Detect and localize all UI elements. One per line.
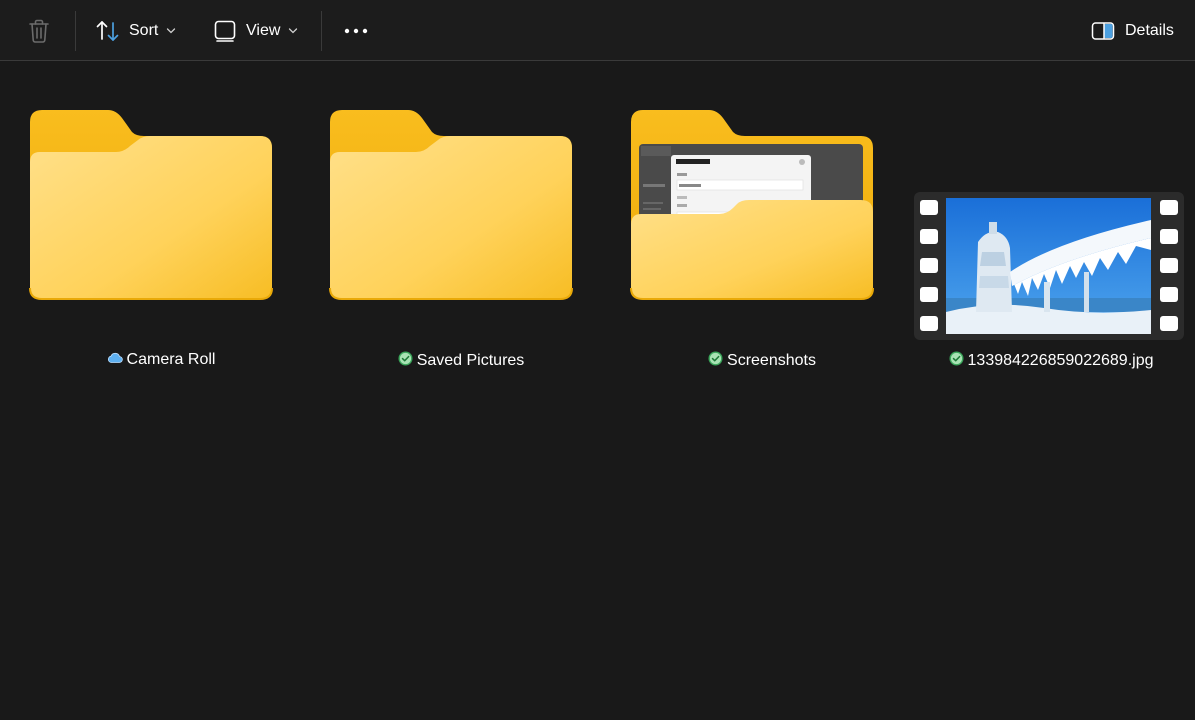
folder-with-preview-icon (630, 110, 874, 300)
view-label: View (246, 22, 281, 39)
details-button[interactable]: Details (1091, 12, 1174, 50)
folder-icon (29, 110, 273, 300)
view-button[interactable]: View (213, 12, 298, 50)
synced-check-icon (708, 351, 723, 371)
details-pane-icon (1091, 21, 1115, 41)
command-bar: Sort View Details (0, 0, 1195, 61)
chevron-down-icon (288, 27, 298, 35)
synced-check-icon (949, 351, 964, 371)
item-name: Saved Pictures (416, 352, 525, 369)
synced-check-icon (398, 351, 413, 371)
item-label-row: Saved Pictures (320, 351, 602, 371)
file-item-video[interactable]: 133984226859022689.jpg (910, 100, 1192, 390)
sort-button[interactable]: Sort (95, 12, 176, 50)
sort-arrows-icon (95, 18, 121, 44)
details-label: Details (1125, 22, 1174, 39)
more-dots-icon (343, 26, 369, 36)
folder-item-screenshots[interactable]: Screenshots (621, 100, 903, 390)
folder-item-camera-roll[interactable]: Camera Roll (20, 100, 302, 390)
sort-label: Sort (129, 22, 159, 39)
toolbar-separator (321, 11, 322, 51)
video-thumbnail-icon (914, 192, 1184, 340)
item-name: 133984226859022689.jpg (967, 352, 1154, 369)
chevron-down-icon (166, 27, 176, 35)
item-name: Camera Roll (126, 351, 216, 368)
trash-icon (22, 14, 56, 48)
delete-button[interactable] (22, 12, 56, 50)
item-label-row: Screenshots (621, 351, 903, 371)
toolbar-separator (75, 11, 76, 51)
item-name: Screenshots (727, 352, 816, 369)
view-square-icon (213, 19, 237, 43)
cloud-icon (107, 351, 123, 369)
folder-item-saved-pictures[interactable]: Saved Pictures (320, 100, 602, 390)
more-options-button[interactable] (343, 12, 369, 50)
folder-icon (329, 110, 573, 300)
item-label-row: 133984226859022689.jpg (910, 351, 1192, 371)
item-label-row: Camera Roll (20, 351, 302, 369)
